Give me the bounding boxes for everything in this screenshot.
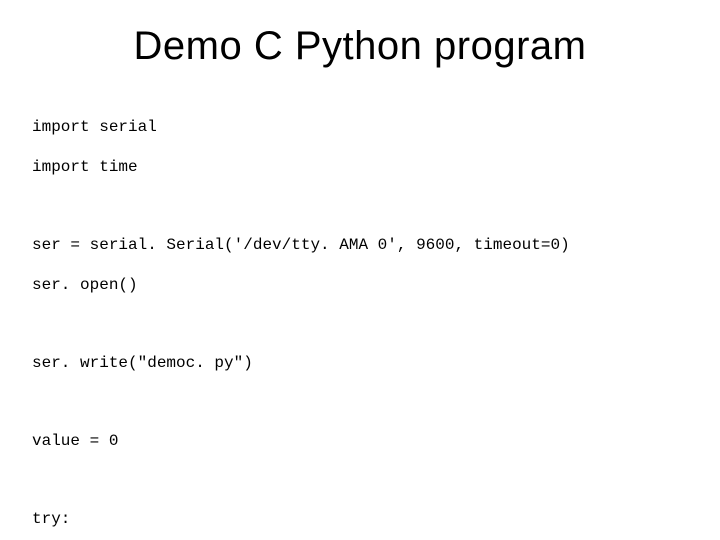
code-line: ser. open() bbox=[32, 275, 680, 295]
code-line: try: bbox=[32, 509, 680, 529]
blank-line bbox=[32, 197, 680, 215]
blank-line bbox=[32, 315, 680, 333]
code-block: import serial import time ser = serial. … bbox=[32, 97, 680, 540]
code-line: import time bbox=[32, 157, 680, 177]
code-line: value = 0 bbox=[32, 431, 680, 451]
code-line: import serial bbox=[32, 117, 680, 137]
slide-title: Demo C Python program bbox=[40, 24, 680, 69]
code-line: ser. write("democ. py") bbox=[32, 353, 680, 373]
blank-line bbox=[32, 471, 680, 489]
blank-line bbox=[32, 393, 680, 411]
slide: Demo C Python program import serial impo… bbox=[0, 0, 720, 540]
code-line: ser = serial. Serial('/dev/tty. AMA 0', … bbox=[32, 235, 680, 255]
